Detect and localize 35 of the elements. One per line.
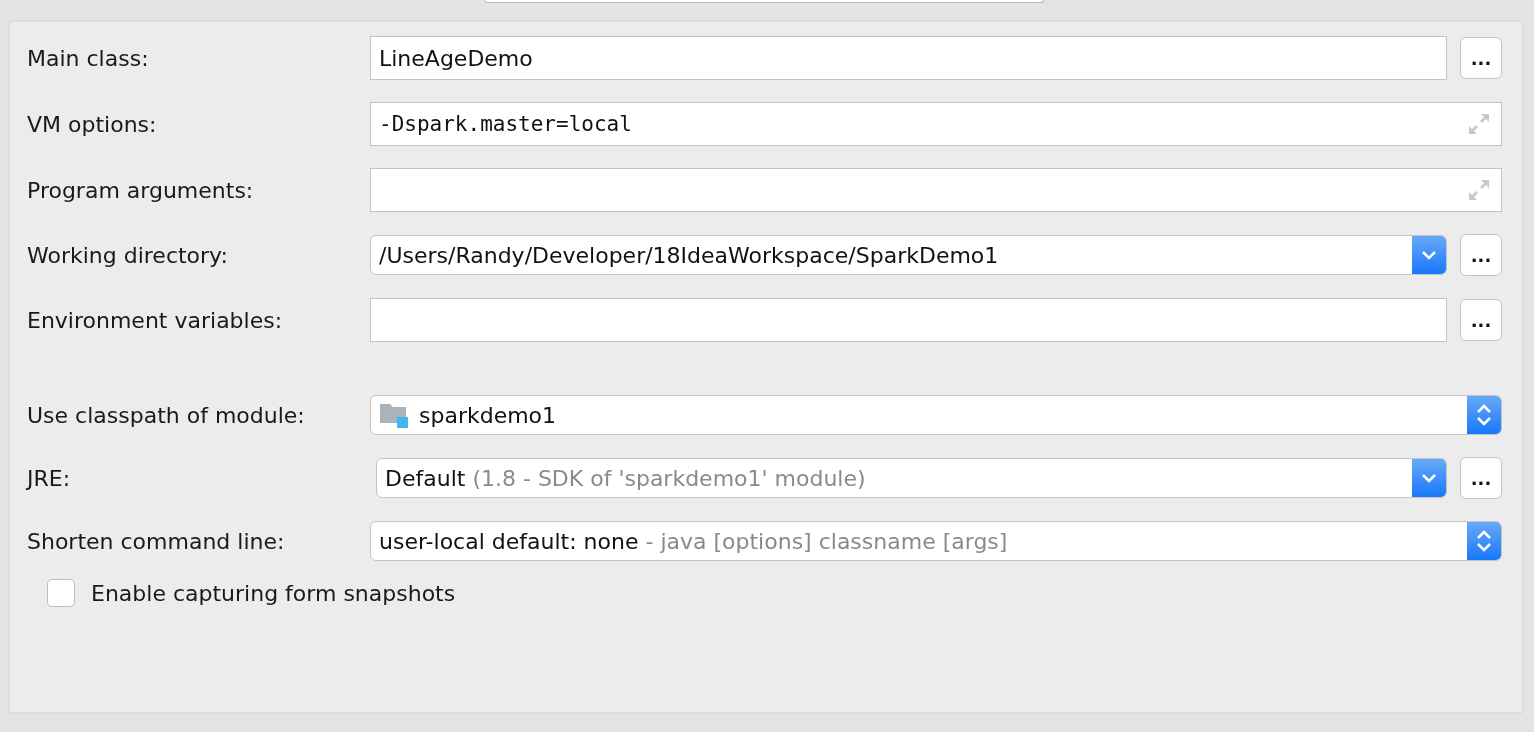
expand-icon[interactable] (1467, 178, 1491, 202)
field-label: Working directory: (27, 242, 229, 268)
chevron-down-icon (1421, 473, 1437, 483)
input-field[interactable]: -Dspark.master=local (370, 102, 1502, 146)
checkbox[interactable] (47, 579, 75, 607)
input-field[interactable] (370, 168, 1502, 212)
field-label: VM options: (27, 111, 158, 137)
field-value: -Dspark.master=local (379, 112, 633, 136)
up-down-chevron-icon (1476, 402, 1492, 428)
field-label: JRE: (27, 465, 72, 491)
select-box[interactable]: sparkdemo1 (370, 395, 1502, 435)
field-value: LineAgeDemo (379, 45, 534, 71)
field-label: Main class: (27, 45, 150, 71)
up-down-chevron-icon (1476, 528, 1492, 554)
chevron-down-icon (1421, 250, 1437, 260)
combo-box[interactable]: Default (1.8 - SDK of 'sparkdemo1' module) (376, 458, 1447, 498)
browse-button[interactable]: ... (1460, 299, 1502, 341)
field-label: Environment variables: (27, 307, 284, 333)
field-value: Default (1.8 - SDK of 'sparkdemo1' module) (385, 465, 867, 491)
field-label: Use classpath of module: (27, 402, 306, 428)
field-value: /Users/Randy/Developer/18IdeaWorkspace/SparkDemo1 (379, 242, 1000, 268)
browse-button[interactable]: ... (1460, 37, 1502, 79)
module-folder-icon (379, 401, 409, 429)
input-field[interactable]: LineAgeDemo (370, 36, 1447, 80)
checkbox-label: Enable capturing form snapshots (91, 580, 456, 606)
input-field[interactable] (370, 298, 1447, 342)
select-box[interactable]: user-local default: none - java [options] classname [args] (370, 521, 1502, 561)
combo-box[interactable]: /Users/Randy/Developer/18IdeaWorkspace/SparkDemo1 (370, 235, 1447, 275)
expand-icon[interactable] (1467, 112, 1491, 136)
browse-button[interactable]: ... (1460, 234, 1502, 276)
browse-button[interactable]: ... (1460, 457, 1502, 499)
field-label: Shorten command line: (27, 528, 286, 554)
field-value: sparkdemo1 (419, 402, 558, 428)
field-label: Program arguments: (27, 177, 255, 203)
field-value: user-local default: none - java [options] classname [args] (379, 528, 1009, 554)
